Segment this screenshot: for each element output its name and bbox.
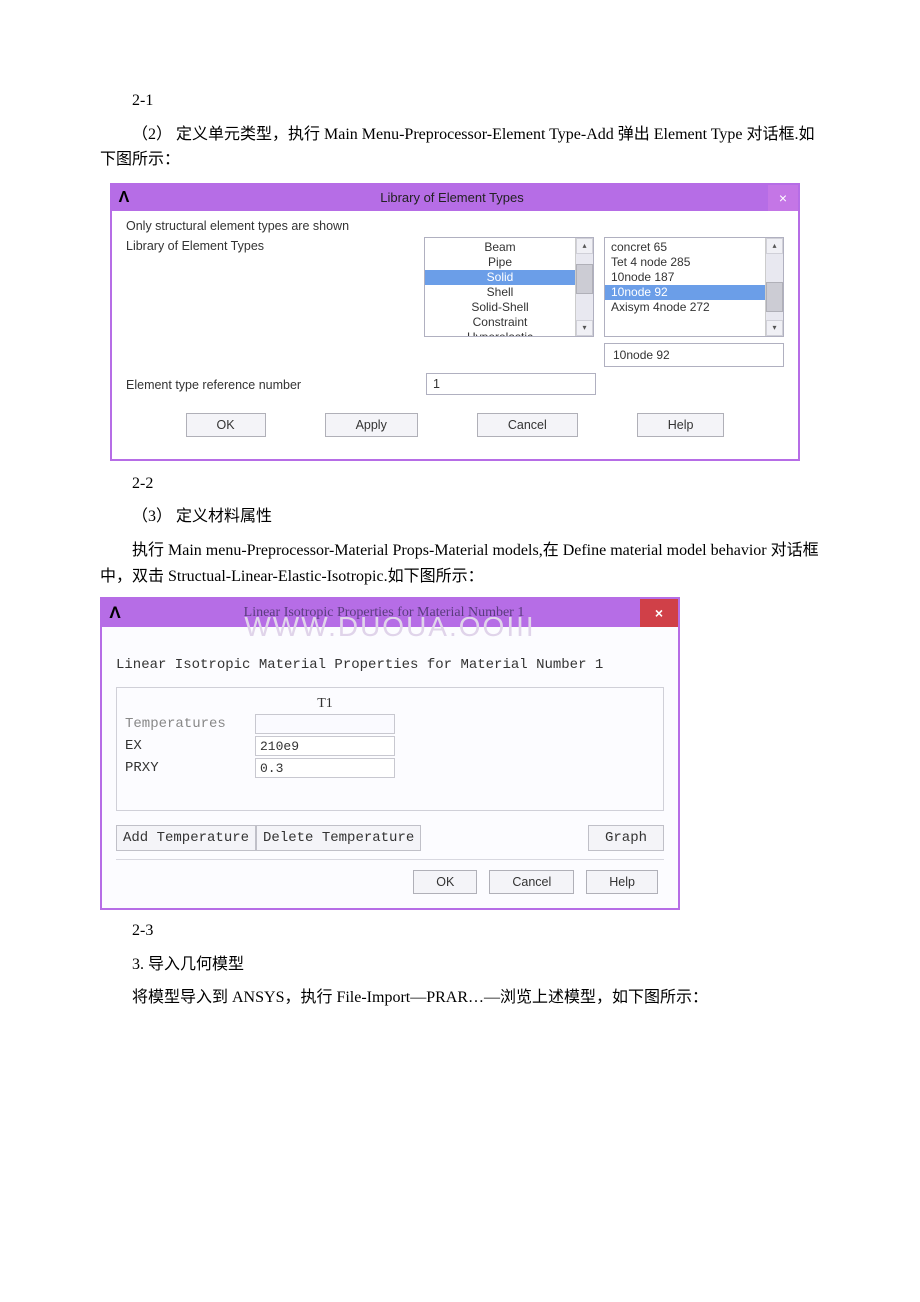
scroll-down-icon[interactable]: ▾	[576, 320, 593, 336]
figure-label-2-3: 2-3	[100, 918, 820, 944]
paragraph-step3b: 执行 Main menu-Preprocessor-Material Props…	[100, 538, 820, 589]
scroll-track[interactable]	[576, 254, 593, 320]
ref-number-label: Element type reference number	[126, 376, 426, 392]
paragraph-step4: 将模型导入到 ANSYS，执行 File-Import—PRAR…—浏览上述模型…	[100, 985, 820, 1011]
button-row: OK Apply Cancel Help	[126, 413, 784, 445]
list-item[interactable]: Tet 4 node 285	[605, 255, 765, 270]
list-item[interactable]: 10node 187	[605, 270, 765, 285]
temperatures-input[interactable]	[255, 714, 395, 734]
dialog-heading: Linear Isotropic Material Properties for…	[116, 657, 664, 673]
info-label: Only structural element types are shown	[126, 219, 784, 233]
scroll-thumb[interactable]	[576, 264, 593, 294]
prxy-label: PRXY	[125, 760, 255, 776]
scroll-thumb[interactable]	[766, 282, 783, 312]
ex-input[interactable]: 210e9	[255, 736, 395, 756]
table-row: PRXY 0.3	[125, 758, 655, 778]
figure-label-2-2: 2-2	[100, 471, 820, 497]
dialog-title: Library of Element Types	[136, 190, 768, 205]
element-types-dialog: Λ Library of Element Types × Only struct…	[110, 183, 800, 461]
element-items: concret 65 Tet 4 node 285 10node 187 10n…	[605, 238, 765, 336]
isotropic-dialog: Λ Linear Isotropic Properties for Materi…	[100, 597, 680, 910]
delete-temperature-button[interactable]: Delete Temperature	[256, 825, 421, 851]
help-button[interactable]: Help	[637, 413, 725, 437]
ok-button[interactable]: OK	[186, 413, 266, 437]
category-listbox[interactable]: Beam Pipe Solid Shell Solid-Shell Constr…	[424, 237, 594, 337]
temperature-buttons: Add Temperature Delete Temperature Graph	[116, 825, 664, 851]
scroll-track[interactable]	[766, 254, 783, 320]
list-item[interactable]: Solid	[425, 270, 575, 285]
library-label: Library of Element Types	[126, 237, 424, 253]
dialog-body: Linear Isotropic Material Properties for…	[102, 637, 678, 908]
paragraph-step2: （2） 定义单元类型，执行 Main Menu-Preprocessor-Ele…	[100, 122, 820, 173]
selected-element-display: 10node 92	[604, 343, 784, 367]
paragraph-step3: （3） 定义材料属性	[100, 504, 820, 530]
list-item[interactable]: Axisym 4node 272	[605, 300, 765, 315]
title-bar: Λ Library of Element Types ×	[112, 185, 798, 211]
cancel-button[interactable]: Cancel	[477, 413, 578, 437]
list-item[interactable]: Solid-Shell	[425, 300, 575, 315]
temperatures-label: Temperatures	[125, 716, 255, 732]
scroll-up-icon[interactable]: ▴	[766, 238, 783, 254]
ok-button[interactable]: OK	[413, 870, 477, 894]
scroll-up-icon[interactable]: ▴	[576, 238, 593, 254]
properties-table: T1 Temperatures EX 210e9 PRXY 0.3	[116, 687, 664, 811]
list-item[interactable]: 10node 92	[605, 285, 765, 300]
column-header-t1: T1	[255, 696, 395, 712]
table-row: Temperatures	[125, 714, 655, 734]
element-listbox[interactable]: concret 65 Tet 4 node 285 10node 187 10n…	[604, 237, 784, 337]
prxy-input[interactable]: 0.3	[255, 758, 395, 778]
scroll-down-icon[interactable]: ▾	[766, 320, 783, 336]
dialog-title: Linear Isotropic Properties for Material…	[128, 605, 640, 621]
cancel-button[interactable]: Cancel	[489, 870, 574, 894]
list-item[interactable]: Shell	[425, 285, 575, 300]
list-item[interactable]: concret 65	[605, 240, 765, 255]
apply-button[interactable]: Apply	[325, 413, 418, 437]
help-button[interactable]: Help	[586, 870, 658, 894]
scrollbar[interactable]: ▴ ▾	[575, 238, 593, 336]
table-header: T1	[125, 696, 655, 712]
list-item[interactable]: Beam	[425, 240, 575, 255]
list-item[interactable]: Pipe	[425, 255, 575, 270]
close-icon[interactable]: ×	[768, 185, 798, 211]
add-temperature-button[interactable]: Add Temperature	[116, 825, 256, 851]
ex-label: EX	[125, 738, 255, 754]
list-item[interactable]: Hyperelastic	[425, 330, 575, 336]
app-logo-icon: Λ	[112, 185, 136, 211]
scrollbar[interactable]: ▴ ▾	[765, 238, 783, 336]
ref-number-input[interactable]: 1	[426, 373, 596, 395]
graph-button[interactable]: Graph	[588, 825, 664, 851]
list-item[interactable]: Constraint	[425, 315, 575, 330]
app-logo-icon: Λ	[102, 603, 128, 623]
dialog-body: Only structural element types are shown …	[112, 211, 798, 459]
close-icon[interactable]: ×	[640, 599, 678, 627]
figure-label-2-1: 2-1	[100, 88, 820, 114]
action-buttons: OK Cancel Help	[116, 859, 664, 894]
category-items: Beam Pipe Solid Shell Solid-Shell Constr…	[425, 238, 575, 336]
paragraph-step4-heading: 3. 导入几何模型	[100, 952, 820, 978]
table-row: EX 210e9	[125, 736, 655, 756]
